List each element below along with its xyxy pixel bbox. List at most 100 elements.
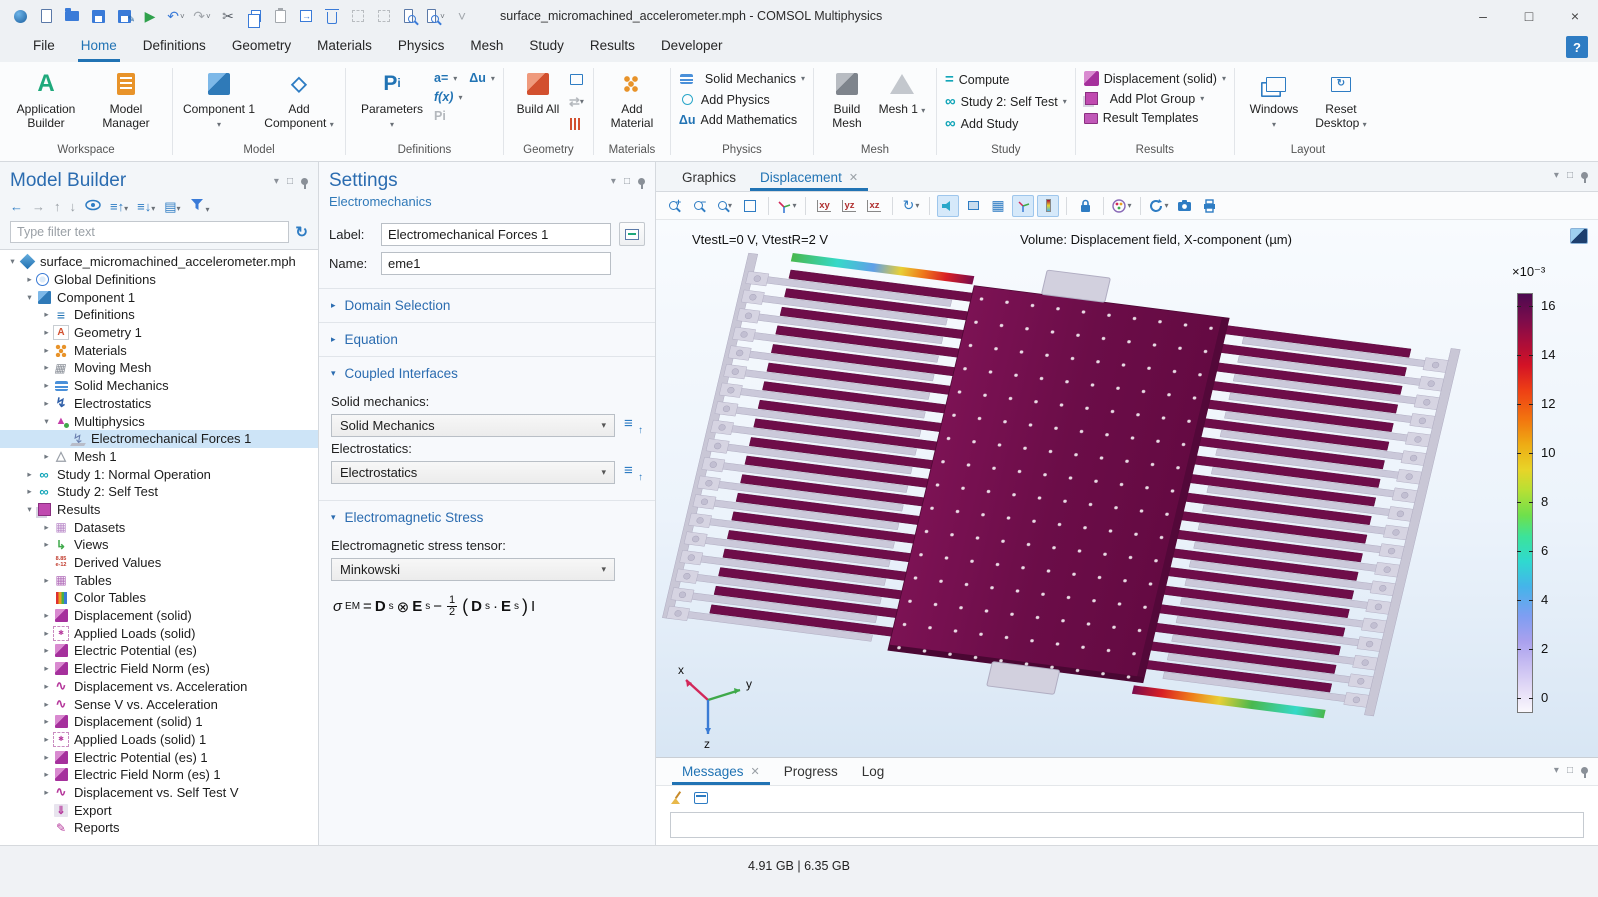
collapsed-icon[interactable]: ▸ [40,716,53,727]
float-panel-icon[interactable]: □ [1567,170,1573,181]
expanded-icon[interactable]: ▾ [23,504,36,515]
zoom-in-icon[interactable]: + [664,195,686,217]
virtual-operations-icon[interactable] [568,115,585,132]
collapsed-icon[interactable]: ▸ [40,752,53,763]
collapsed-icon[interactable]: ▸ [40,539,53,550]
zoom-extents-icon[interactable] [739,195,761,217]
collapsed-icon[interactable]: ▸ [40,398,53,409]
rename-button[interactable] [619,222,645,246]
collapsed-icon[interactable]: ▸ [40,787,53,798]
chevron-down-icon[interactable]: ▾ [1554,170,1559,181]
expanded-icon[interactable]: ▾ [40,416,53,427]
view-xz-icon[interactable]: xz [863,195,885,217]
tab-messages[interactable]: Messages✕ [670,759,772,785]
section-equation[interactable]: ▸Equation [319,322,655,356]
section-domain-selection[interactable]: ▸Domain Selection [319,288,655,322]
tree-item[interactable]: ▸Electric Field Norm (es) [0,660,318,678]
tree-item[interactable]: ▸Views [0,536,318,554]
copy-icon[interactable] [242,5,266,27]
add-physics-button[interactable]: Add Physics [679,91,805,108]
collapsed-icon[interactable]: ▸ [23,486,36,497]
save-icon[interactable] [86,5,110,27]
float-panel-icon[interactable]: □ [287,176,293,187]
menu-materials[interactable]: Materials [304,32,385,62]
float-panel-icon[interactable]: □ [1567,765,1573,776]
tree-item[interactable]: ▸Mesh 1 [0,448,318,466]
tree-item[interactable]: ▾surface_micromachined_accelerometer.mph [0,253,318,271]
collapsed-icon[interactable]: ▸ [40,681,53,692]
collapsed-icon[interactable]: ▸ [23,469,36,480]
zoom-out-icon[interactable]: − [689,195,711,217]
delete-icon[interactable] [320,5,344,27]
zoom-box-icon[interactable]: ▾ [714,195,736,217]
transparency-icon[interactable] [962,195,984,217]
result-templates-button[interactable]: Result Templates [1084,111,1226,125]
electrostatics-select[interactable]: Electrostatics▾ [331,461,615,484]
close-tab-icon[interactable]: ✕ [849,171,858,184]
tree-item[interactable]: Export [0,801,318,819]
import-geometry-icon[interactable] [568,71,585,88]
tree-item[interactable]: ▸Materials [0,341,318,359]
expanded-icon[interactable]: ▾ [6,256,19,267]
tree-item[interactable]: ▸Definitions [0,306,318,324]
tab-log[interactable]: Log [850,759,897,785]
pin-icon[interactable] [638,178,645,185]
section-electromagnetic-stress[interactable]: ▾Electromagnetic Stress Electromagnetic … [319,500,655,640]
menu-developer[interactable]: Developer [648,32,736,62]
menu-mesh[interactable]: Mesh [457,32,516,62]
tree-item[interactable]: ▸Sense V vs. Acceleration [0,695,318,713]
print-icon[interactable] [1198,195,1220,217]
tree-item[interactable]: ▸Global Definitions [0,271,318,289]
tree-item[interactable]: ▸Electric Potential (es) 1 [0,748,318,766]
menu-file[interactable]: File [20,32,68,62]
new-file-icon[interactable] [34,5,58,27]
tree-item[interactable]: ▸Solid Mechanics [0,377,318,395]
functions-button[interactable]: f(x)▾ [434,90,495,104]
tab-progress[interactable]: Progress [772,759,850,785]
menu-home[interactable]: Home [68,32,130,62]
collapsed-icon[interactable]: ▸ [40,309,53,320]
parameters-button[interactable]: PiParameters▾ [354,69,430,131]
collapsed-icon[interactable]: ▸ [40,628,53,639]
component-button[interactable]: Component 1 ▾ [181,69,257,131]
model-manager-button[interactable]: Model Manager [88,69,164,130]
collapsed-icon[interactable]: ▸ [40,769,53,780]
filter-icon[interactable]: ▾ [190,198,210,215]
close-tab-icon[interactable]: ✕ [751,765,760,778]
tree-item[interactable]: Derived Values [0,554,318,572]
toolbar-options-icon[interactable]: ˅ [450,5,474,27]
menu-geometry[interactable]: Geometry [219,32,304,62]
tree-item[interactable]: ▸Tables [0,571,318,589]
go-to-source-icon[interactable] [623,416,643,436]
windows-button[interactable]: Windows▾ [1243,69,1305,131]
redo-icon[interactable]: ↷˅ [190,5,214,27]
add-material-button[interactable]: Add Material [602,69,662,130]
view-xy-icon[interactable]: xy [813,195,835,217]
grid-icon[interactable]: ▦ [987,195,1009,217]
duplicate-icon[interactable] [294,5,318,27]
show-axes-icon[interactable] [1012,195,1034,217]
environment-icon[interactable]: ▾ [1111,195,1133,217]
tree-item[interactable]: ▸Applied Loads (solid) [0,624,318,642]
tree-item[interactable]: ▸Applied Loads (solid) 1 [0,731,318,749]
section-coupled-interfaces[interactable]: ▾Coupled Interfaces Solid mechanics: Sol… [319,356,655,500]
name-input[interactable] [381,252,611,275]
show-icon[interactable] [85,199,101,214]
collapsed-icon[interactable]: ▸ [40,645,53,656]
tab-graphics[interactable]: Graphics [670,165,748,191]
collapsed-icon[interactable]: ▸ [40,610,53,621]
find-icon[interactable] [398,5,422,27]
plot-group-selector[interactable]: Displacement (solid)▾ [1084,71,1226,86]
cut-icon[interactable]: ✂ [216,5,240,27]
collapsed-icon[interactable]: ▸ [40,522,53,533]
tree-item[interactable]: ▾Component 1 [0,288,318,306]
collapsed-icon[interactable]: ▸ [40,380,53,391]
move-down-icon[interactable]: ↓ [70,199,77,214]
variables-button[interactable]: a=▾ [434,71,457,85]
collapsed-icon[interactable]: ▸ [40,734,53,745]
tree-item[interactable]: ▸Displacement (solid) 1 [0,713,318,731]
add-study-button[interactable]: ∞Add Study [945,115,1067,132]
image-snapshot-icon[interactable] [1173,195,1195,217]
chevron-down-icon[interactable]: ▾ [1554,765,1559,776]
stress-tensor-select[interactable]: Minkowski▾ [331,558,615,581]
